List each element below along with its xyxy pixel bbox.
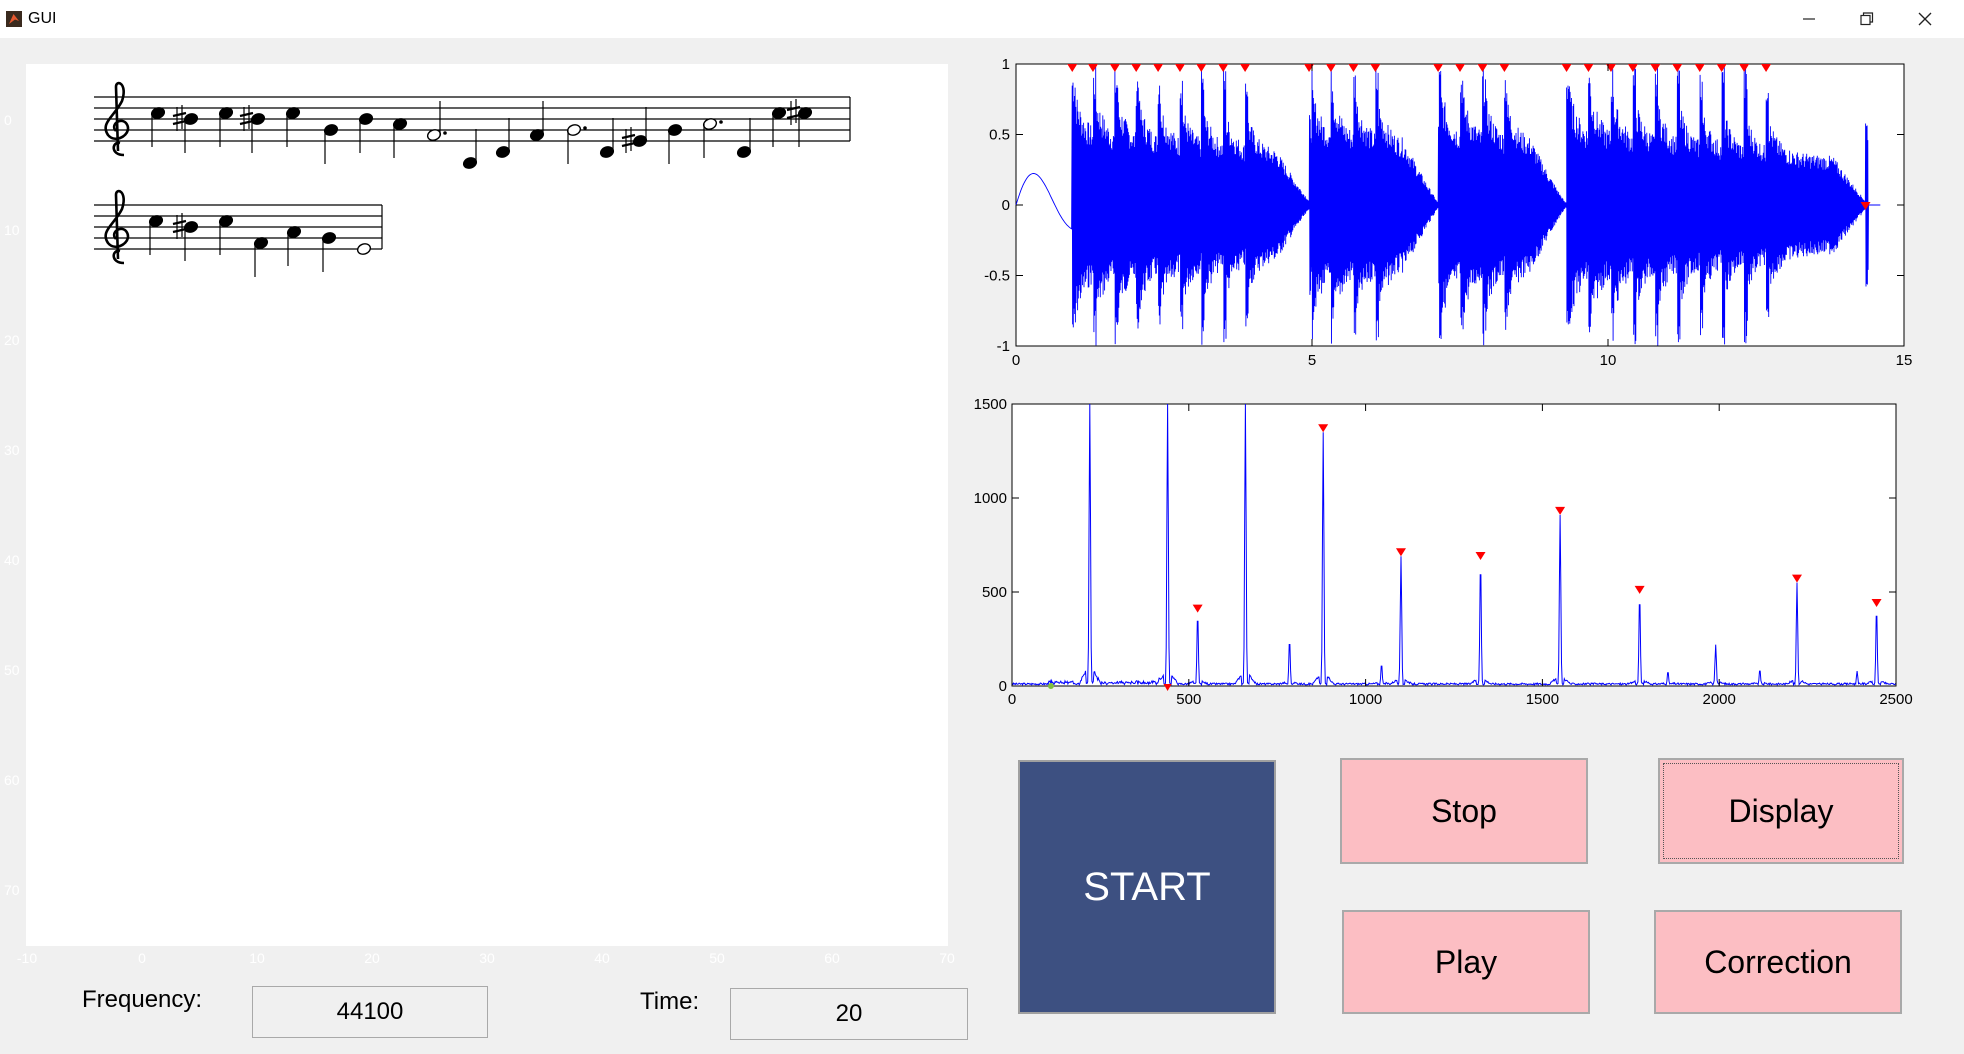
matlab-icon bbox=[6, 11, 22, 27]
note bbox=[426, 101, 447, 141]
note bbox=[239, 105, 266, 153]
score-x-tick: 50 bbox=[709, 950, 725, 966]
y-tick-label: -1 bbox=[997, 338, 1010, 355]
score-x-tick: 20 bbox=[364, 950, 380, 966]
play-button[interactable]: Play bbox=[1342, 910, 1590, 1014]
score-x-tick: 10 bbox=[249, 950, 265, 966]
note bbox=[172, 213, 199, 261]
y-tick-label: 1000 bbox=[974, 490, 1007, 507]
x-tick-label: 2000 bbox=[1703, 691, 1736, 708]
note bbox=[599, 118, 615, 158]
x-tick-label: 500 bbox=[1176, 691, 1201, 708]
y-tick-label: 500 bbox=[982, 584, 1007, 601]
note bbox=[702, 118, 723, 158]
score-y-tick: 70 bbox=[4, 882, 20, 898]
display-button[interactable]: Display bbox=[1658, 758, 1904, 864]
score-y-tick: 30 bbox=[4, 442, 20, 458]
sharp-icon bbox=[172, 105, 187, 131]
note bbox=[786, 99, 813, 147]
note bbox=[667, 124, 683, 164]
note bbox=[172, 105, 199, 153]
y-tick-label: 0.5 bbox=[989, 127, 1010, 144]
score-x-tick: 0 bbox=[138, 950, 146, 966]
y-tick-label: 0 bbox=[999, 678, 1007, 695]
restore-icon[interactable] bbox=[1838, 0, 1896, 38]
time-label: Time: bbox=[640, 988, 700, 1015]
dot bbox=[719, 120, 723, 124]
x-tick-label: 5 bbox=[1308, 352, 1316, 369]
note bbox=[321, 232, 337, 272]
sharp-icon bbox=[172, 213, 187, 239]
score-y-tick: 20 bbox=[4, 332, 20, 348]
sheet-music bbox=[94, 81, 851, 277]
sharp-icon bbox=[239, 105, 254, 131]
x-tick-label: 1000 bbox=[1349, 691, 1382, 708]
staff bbox=[94, 189, 383, 265]
dot bbox=[443, 131, 447, 135]
waveform-plot: 0 5 10 15 1 0.5 0 -0.5 -1 bbox=[984, 56, 1913, 369]
score-x-tick: 30 bbox=[479, 950, 495, 966]
y-tick-label: 1 bbox=[1002, 56, 1010, 73]
score-y-tick: 0 bbox=[4, 112, 12, 128]
note bbox=[495, 118, 511, 158]
note bbox=[736, 118, 752, 158]
note bbox=[253, 237, 269, 277]
note bbox=[566, 124, 587, 164]
x-tick-label: 0 bbox=[1008, 691, 1016, 708]
peak-marker bbox=[1163, 684, 1172, 691]
spectrum-axes bbox=[1011, 403, 1897, 687]
dot bbox=[583, 126, 587, 130]
y-tick-label: -0.5 bbox=[984, 268, 1010, 285]
note bbox=[286, 226, 302, 266]
sharp-icon bbox=[621, 127, 636, 153]
staff bbox=[94, 81, 851, 157]
frequency-field[interactable]: 44100 bbox=[252, 986, 488, 1038]
note bbox=[323, 124, 339, 164]
score-x-tick: -10 bbox=[16, 950, 38, 966]
score-y-tick: 40 bbox=[4, 552, 20, 568]
notehead bbox=[356, 243, 372, 255]
time-field[interactable]: 20 bbox=[730, 988, 968, 1040]
correction-button[interactable]: Correction bbox=[1654, 910, 1902, 1014]
score-x-tick: 70 bbox=[939, 950, 955, 966]
note bbox=[529, 101, 545, 141]
score-x-tick: 40 bbox=[594, 950, 610, 966]
score-x-tick: 60 bbox=[824, 950, 840, 966]
note bbox=[462, 129, 478, 169]
score-y-tick: 50 bbox=[4, 662, 20, 678]
x-tick-label: 0 bbox=[1012, 352, 1020, 369]
score-y-tick: 10 bbox=[4, 222, 20, 238]
x-tick-label: 2500 bbox=[1879, 691, 1912, 708]
score-y-tick: 60 bbox=[4, 772, 20, 788]
x-tick-label: 15 bbox=[1896, 352, 1913, 369]
minimize-icon[interactable] bbox=[1780, 0, 1838, 38]
y-tick-label: 1500 bbox=[974, 396, 1007, 413]
window-title: GUI bbox=[28, 10, 57, 27]
note bbox=[392, 118, 408, 158]
frequency-label: Frequency: bbox=[82, 986, 203, 1013]
stop-button[interactable]: Stop bbox=[1340, 758, 1588, 864]
close-icon[interactable] bbox=[1896, 0, 1954, 38]
start-button[interactable]: START bbox=[1018, 760, 1276, 1014]
sharp-icon bbox=[786, 99, 801, 125]
x-tick-label: 1500 bbox=[1526, 691, 1559, 708]
score-axes bbox=[26, 64, 948, 946]
baseline-marker bbox=[1047, 683, 1054, 689]
title-bar: GUI bbox=[0, 0, 1964, 38]
x-tick-label: 10 bbox=[1600, 352, 1617, 369]
note bbox=[358, 113, 374, 153]
note bbox=[356, 243, 372, 255]
y-tick-label: 0 bbox=[1002, 197, 1010, 214]
spectrum-plot: 0 500 1000 1500 2000 2500 1500 1000 500 0 bbox=[974, 396, 1913, 708]
